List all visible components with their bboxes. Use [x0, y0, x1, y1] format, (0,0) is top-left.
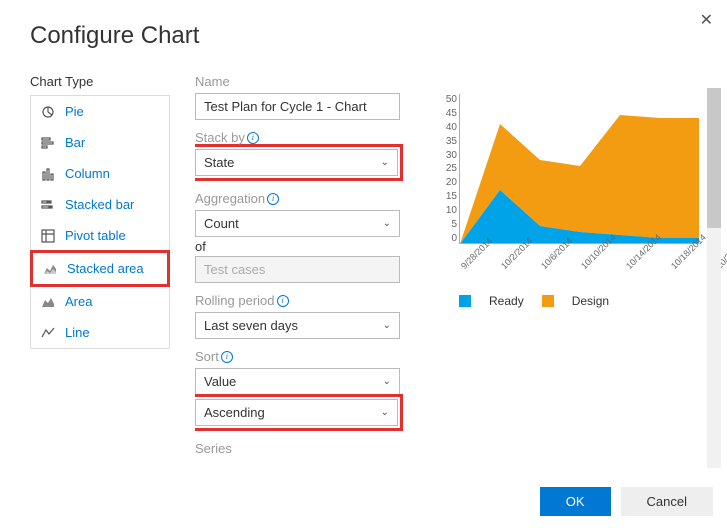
stacked-area-icon [43, 262, 57, 276]
pie-icon [41, 105, 55, 119]
name-label: Name [195, 74, 421, 89]
rolling-period-label: Rolling periodi [195, 293, 421, 308]
rolling-value: Last seven days [204, 318, 298, 333]
y-tick: 5 [431, 219, 457, 230]
of-input: Test cases [195, 256, 400, 283]
sort-direction-select[interactable]: Ascending ⌄ [195, 399, 398, 426]
chart-type-label: Chart Type [30, 74, 175, 89]
stacked-bar-icon [41, 198, 55, 212]
chart-type-stacked-bar[interactable]: Stacked bar [31, 189, 169, 220]
info-icon[interactable]: i [247, 132, 259, 144]
sort-label: Sorti [195, 349, 421, 364]
dialog-title: Configure Chart [30, 22, 727, 50]
stack-by-label: Stack byi [195, 130, 421, 145]
chevron-down-icon: ⌄ [383, 218, 391, 229]
chart-type-bar[interactable]: Bar [31, 127, 169, 158]
y-tick: 45 [431, 108, 457, 119]
chevron-down-icon: ⌄ [381, 407, 389, 418]
chart-type-list: Pie Bar Column Stacked bar Pivot table [30, 95, 170, 349]
column-icon [41, 167, 55, 181]
y-tick: 30 [431, 150, 457, 161]
area-icon [41, 295, 55, 309]
sort-direction-value: Ascending [204, 405, 265, 420]
chart-type-stacked-area[interactable]: Stacked area [30, 250, 170, 287]
y-tick: 50 [431, 94, 457, 105]
y-tick: 20 [431, 177, 457, 188]
chart-type-pivot-table[interactable]: Pivot table [31, 220, 169, 251]
y-tick: 25 [431, 163, 457, 174]
chart-type-area[interactable]: Area [31, 286, 169, 317]
bar-icon [41, 136, 55, 150]
of-text: of [195, 239, 421, 254]
legend-ready: Ready [489, 294, 524, 308]
sort-by-select[interactable]: Value ⌄ [195, 368, 400, 395]
chevron-down-icon: ⌄ [383, 376, 391, 387]
legend-swatch-ready [459, 295, 471, 307]
chart-type-column[interactable]: Column [31, 158, 169, 189]
of-value: Test cases [204, 262, 265, 277]
stack-by-select[interactable]: State ⌄ [195, 149, 398, 176]
y-tick: 10 [431, 205, 457, 216]
rolling-period-select[interactable]: Last seven days ⌄ [195, 312, 400, 339]
chart-preview: 50454035302520151050 9/28/201410/2/20141… [431, 94, 701, 274]
chart-type-label-line: Line [65, 325, 90, 340]
info-icon[interactable]: i [267, 193, 279, 205]
chart-type-pie[interactable]: Pie [31, 96, 169, 127]
aggregation-value: Count [204, 216, 239, 231]
chart-type-label-pie: Pie [65, 104, 84, 119]
aggregation-select[interactable]: Count ⌄ [195, 210, 400, 237]
chart-type-label-column: Column [65, 166, 110, 181]
info-icon[interactable]: i [221, 351, 233, 363]
y-tick: 35 [431, 136, 457, 147]
series-label: Series [195, 441, 421, 454]
chart-type-label-area: Area [65, 294, 92, 309]
info-icon[interactable]: i [277, 295, 289, 307]
pivot-table-icon [41, 229, 55, 243]
chart-type-label-pivot-table: Pivot table [65, 228, 126, 243]
area-ready [460, 190, 699, 244]
scrollbar[interactable] [707, 88, 721, 468]
chart-type-label-bar: Bar [65, 135, 85, 150]
close-icon[interactable]: ✕ [700, 10, 713, 30]
chart-type-label-stacked-bar: Stacked bar [65, 197, 134, 212]
chevron-down-icon: ⌄ [381, 157, 389, 168]
stack-by-value: State [204, 155, 234, 170]
aggregation-label: Aggregationi [195, 191, 421, 206]
chart-type-line[interactable]: Line [31, 317, 169, 348]
y-tick: 40 [431, 122, 457, 133]
name-value: Test Plan for Cycle 1 - Chart [204, 99, 367, 114]
chevron-down-icon: ⌄ [383, 320, 391, 331]
y-tick: 0 [431, 233, 457, 244]
scrollbar-thumb[interactable] [707, 88, 721, 228]
cancel-button[interactable]: Cancel [621, 487, 713, 516]
legend-design: Design [572, 294, 609, 308]
ok-button[interactable]: OK [540, 487, 611, 516]
sort-dir-highlight: Ascending ⌄ [195, 394, 403, 431]
line-icon [41, 326, 55, 340]
legend-swatch-design [542, 295, 554, 307]
name-input[interactable]: Test Plan for Cycle 1 - Chart [195, 93, 400, 120]
y-tick: 15 [431, 191, 457, 202]
sort-by-value: Value [204, 374, 236, 389]
stack-by-highlight: State ⌄ [195, 144, 403, 181]
legend: Ready Design [459, 294, 609, 308]
chart-type-label-stacked-area: Stacked area [67, 261, 144, 276]
